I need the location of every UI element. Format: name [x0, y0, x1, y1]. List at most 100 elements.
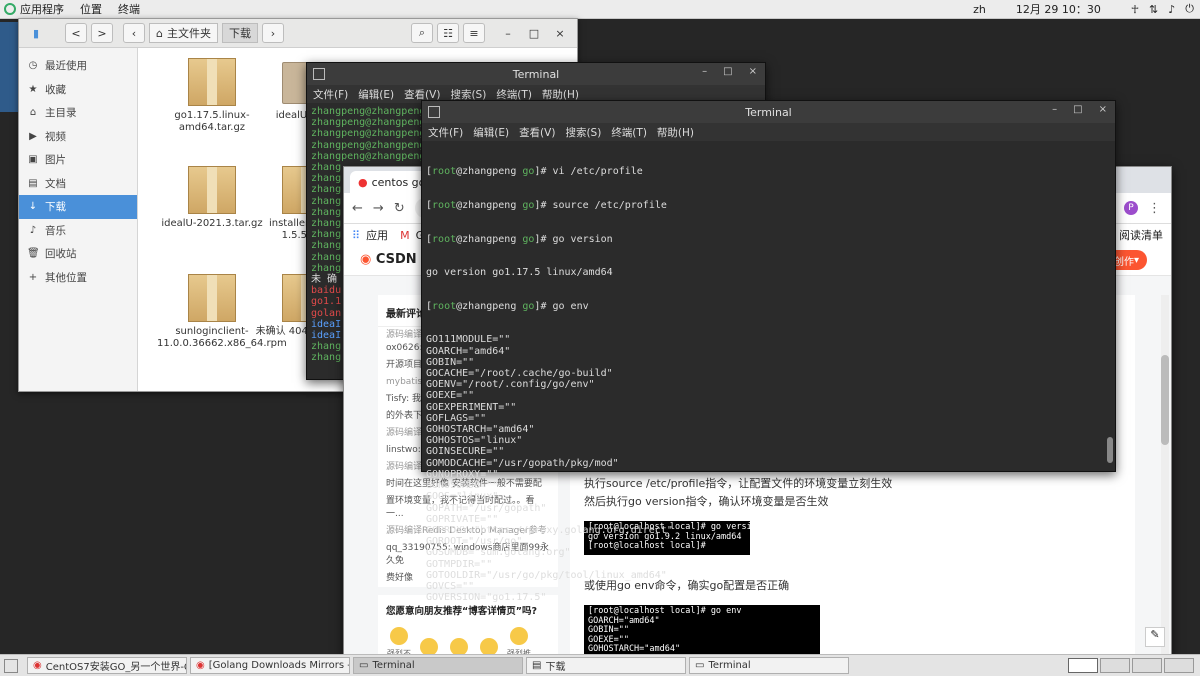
apps-grid-icon[interactable]: ⠿ [352, 229, 360, 242]
sidebar-item-home[interactable]: ⌂ 主目录 [19, 101, 137, 125]
menu-search[interactable]: 搜索(S) [565, 125, 601, 140]
prompt-dir: go [522, 200, 535, 212]
terminal-output[interactable]: [root@zhangpeng go]# vi /etc/profile [ro… [422, 141, 1115, 629]
sidebar-item-trash[interactable]: 🗑 回收站 [19, 242, 137, 266]
scrollbar-thumb[interactable] [1107, 437, 1113, 463]
write-button-label: 创作 [1113, 256, 1134, 268]
taskbar-item[interactable]: ◉CentOS7安装GO_另一个世界-CSD··· [27, 657, 187, 674]
profile-avatar[interactable]: P [1124, 201, 1138, 215]
sidebar-item-label: 回收站 [45, 248, 77, 261]
menu-edit[interactable]: 编辑(E) [358, 87, 394, 102]
scrollbar[interactable] [1161, 295, 1169, 655]
clock[interactable]: 12月 29 10：30 [1016, 1, 1101, 17]
close-icon[interactable]: × [749, 66, 757, 77]
volume-icon[interactable]: ♪ [1168, 3, 1175, 16]
power-icon[interactable]: ⏻ [1185, 2, 1194, 16]
taskbar-item-label: CentOS7安装GO_另一个世界-CSD··· [45, 662, 186, 673]
menu-file[interactable]: 文件(F) [428, 125, 463, 140]
search-icon[interactable]: ⌕ [411, 23, 433, 43]
taskbar-item[interactable]: ▭ Terminal [689, 657, 849, 674]
workspace-switcher[interactable] [1068, 658, 1194, 673]
terminal-icon: ▭ [695, 660, 705, 671]
menu-help[interactable]: 帮助(H) [657, 125, 694, 140]
menu-view[interactable]: 查看(V) [519, 125, 555, 140]
terminal-scrollbar[interactable] [1107, 145, 1113, 467]
path-left-arrow-icon[interactable]: ‹ [123, 23, 145, 43]
taskbar-item[interactable]: ▭ Terminal [353, 657, 523, 674]
view-options-icon[interactable]: ☷ [437, 23, 459, 43]
close-icon[interactable]: × [1099, 104, 1107, 115]
env-line: GOVCS="" [426, 580, 475, 592]
maximize-icon[interactable]: □ [523, 23, 545, 43]
music-icon: ♪ [29, 224, 37, 236]
maximize-icon[interactable]: □ [723, 66, 732, 77]
workspace-4[interactable] [1164, 658, 1194, 673]
minimize-icon[interactable]: – [1052, 104, 1057, 115]
feedback-icon[interactable]: ✎ [1145, 627, 1165, 647]
prompt-dir: go [522, 233, 535, 245]
sidebar-item-downloads[interactable]: ↓ 下载 [19, 195, 137, 219]
workspace-1[interactable] [1068, 658, 1098, 673]
forward-button[interactable]: > [91, 23, 113, 43]
prompt-user: root [432, 300, 457, 312]
sidebar-item-music[interactable]: ♪ 音乐 [19, 219, 137, 243]
sidebar-item-starred[interactable]: ★ 收藏 [19, 78, 137, 102]
forward-arrow-icon[interactable]: → [373, 201, 384, 216]
breadcrumb-current[interactable]: 下载 [221, 23, 258, 43]
sidebar-item-documents[interactable]: ▤ 文档 [19, 172, 137, 196]
breadcrumb-home-label: 主文件夹 [166, 27, 211, 40]
emoji-face-icon [510, 627, 528, 645]
menu-icon[interactable]: ≡ [463, 23, 485, 43]
csdn-logo[interactable]: ◉ CSDN [360, 252, 417, 267]
reading-list[interactable]: 阅读清单 [1119, 227, 1163, 243]
sidebar-item-label: 收藏 [45, 83, 66, 96]
env-line: GOPATH="/usr/gopath" [426, 502, 547, 514]
image-icon: ▣ [28, 154, 38, 166]
terminal-icon [428, 106, 440, 118]
prompt-user: root [432, 233, 457, 245]
sidebar-item-other-locations[interactable]: + 其他位置 [19, 266, 137, 290]
sidebar-item-label: 音乐 [45, 224, 66, 237]
minimize-icon[interactable]: – [497, 23, 519, 43]
bookmark-apps[interactable]: 应用 [366, 227, 388, 243]
sidebar-item-videos[interactable]: ▶ 视频 [19, 125, 137, 149]
workspace-3[interactable] [1132, 658, 1162, 673]
sidebar-item-pictures[interactable]: ▣ 图片 [19, 148, 137, 172]
menu-terminal[interactable]: 终端(T) [611, 125, 647, 140]
menu-edit[interactable]: 编辑(E) [473, 125, 509, 140]
csdn-favicon-icon: ● [358, 175, 368, 189]
show-desktop-icon[interactable] [4, 658, 18, 673]
applications-menu[interactable]: 应用程序 [20, 1, 64, 17]
browser-menu-icon[interactable]: ⋮ [1148, 201, 1161, 216]
maximize-icon[interactable]: □ [1073, 104, 1082, 115]
sidebar-item-recent[interactable]: ◷ 最近使用 [19, 54, 137, 78]
menu-file[interactable]: 文件(F) [313, 87, 348, 102]
terminal-icon: ▭ [359, 660, 369, 671]
input-method-indicator[interactable]: zh [973, 3, 986, 16]
close-icon[interactable]: × [549, 23, 571, 43]
taskbar-item[interactable]: ◉[Golang Downloads Mirrors - The G··· [190, 657, 350, 674]
terminal-titlebar: Terminal – □ × [307, 63, 765, 85]
places-menu[interactable]: 位置 [80, 1, 102, 17]
accessibility-icon[interactable]: ☥ [1131, 3, 1139, 16]
taskbar-item[interactable]: ▤ 下载 [526, 657, 686, 674]
back-button[interactable]: < [65, 23, 87, 43]
env-line: GOPROXY="https://proxy.golang.org,direct… [426, 524, 673, 536]
prompt-host: zhangpeng [462, 300, 517, 312]
download-icon: ↓ [28, 201, 38, 213]
top-panel: 应用程序 位置 终端 zh 12月 29 10：30 ☥ ⇅ ♪ ⏻ [0, 0, 1200, 19]
path-right-arrow-icon[interactable]: › [261, 23, 284, 43]
minimize-icon[interactable]: – [702, 66, 707, 77]
back-arrow-icon[interactable]: ← [352, 201, 363, 216]
clock-icon: ◷ [28, 60, 38, 72]
reload-icon[interactable]: ↻ [394, 201, 405, 216]
star-icon: ★ [28, 83, 38, 95]
gmail-icon[interactable]: M [400, 229, 410, 242]
breadcrumb-home[interactable]: ⌂ 主文件夹 [149, 23, 218, 43]
terminal-menu[interactable]: 终端 [118, 1, 140, 17]
activities-icon[interactable] [4, 3, 16, 15]
sidebar-toggle-icon[interactable]: ▮ [25, 23, 47, 43]
workspace-2[interactable] [1100, 658, 1130, 673]
network-icon[interactable]: ⇅ [1149, 3, 1158, 16]
scrollbar-thumb[interactable] [1161, 355, 1169, 445]
